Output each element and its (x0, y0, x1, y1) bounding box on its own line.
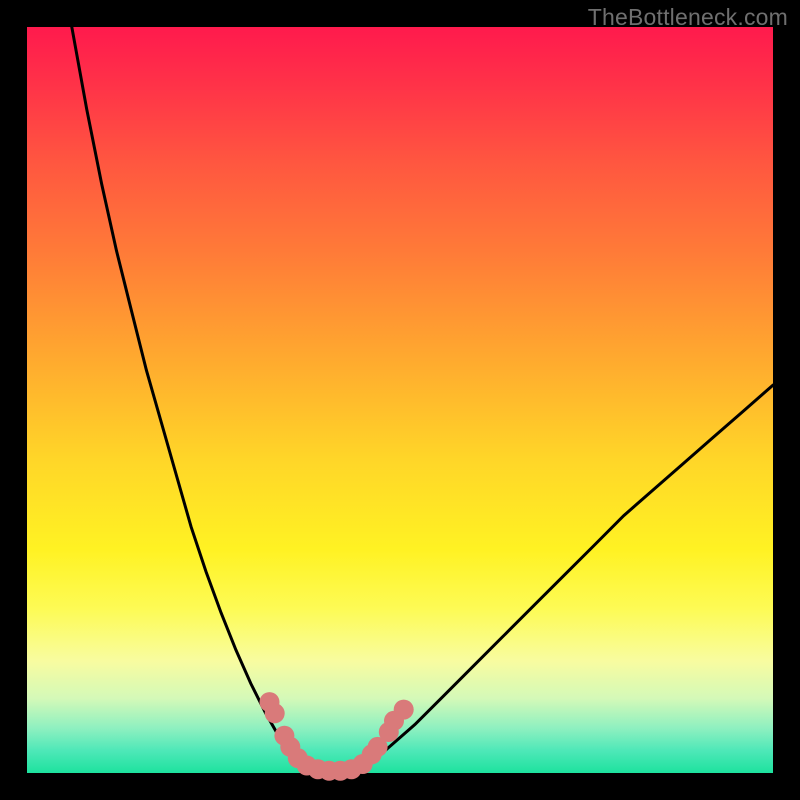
bottleneck-curve (72, 27, 773, 772)
watermark: TheBottleneck.com (588, 4, 788, 31)
pink-marker (265, 703, 285, 723)
chart-svg (27, 27, 773, 773)
chart-plot-area (27, 27, 773, 773)
chart-frame: TheBottleneck.com (0, 0, 800, 800)
pink-marker (394, 700, 414, 720)
markers-group (260, 692, 414, 781)
